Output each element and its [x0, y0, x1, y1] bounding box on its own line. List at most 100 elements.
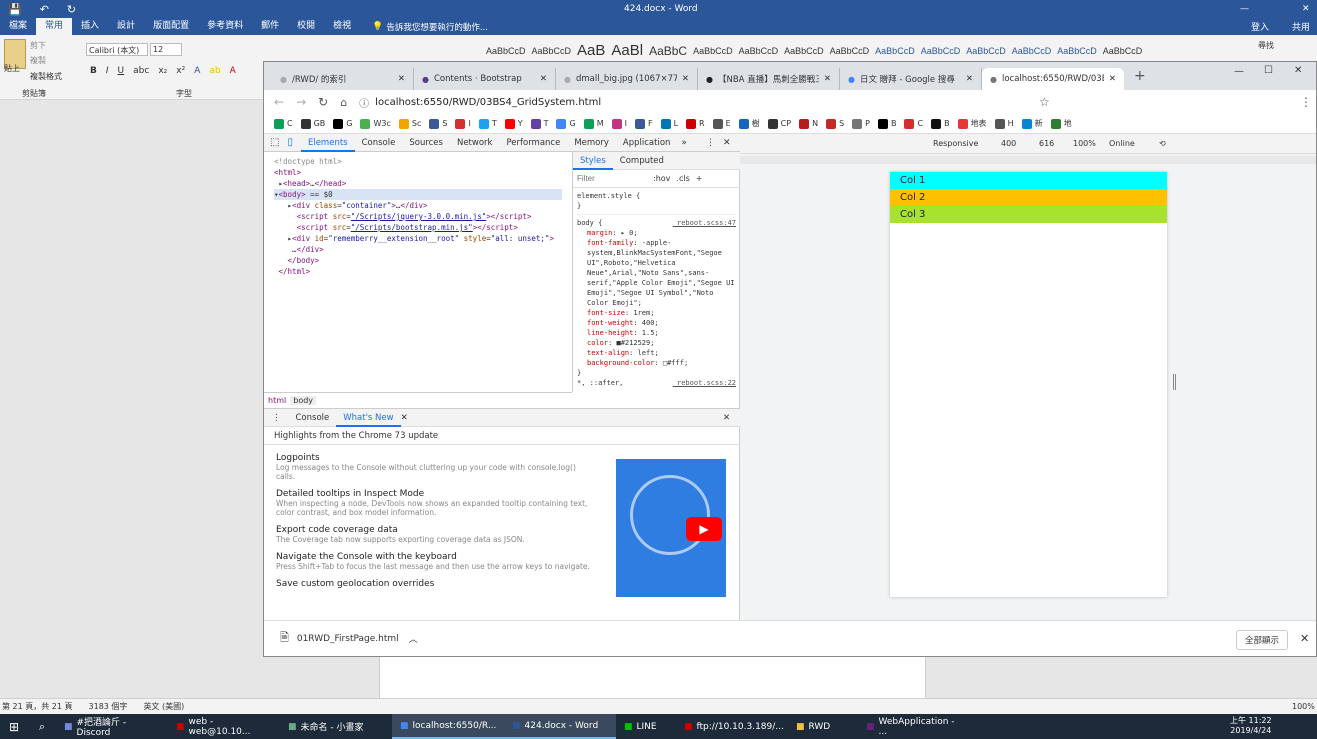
clock[interactable]: 上午 11:22 2019/4/24 — [1230, 716, 1272, 736]
page-count[interactable]: 第 21 頁，共 21 頁 — [2, 701, 73, 712]
bookmark-item[interactable]: 地表 — [957, 118, 987, 129]
browser-tab[interactable]: ● localhost:6550/RWD/03B... ✕ — [982, 68, 1124, 90]
ribbon-tab-6[interactable]: 郵件 — [252, 18, 288, 35]
devtools-tab-memory[interactable]: Memory — [567, 134, 616, 152]
forward-icon[interactable]: → — [296, 95, 306, 109]
news-item[interactable]: Logpoints Log messages to the Console wit… — [276, 453, 592, 481]
font-name-select[interactable]: Calibri (本文) — [86, 43, 148, 56]
text-effect-icon[interactable]: A — [194, 66, 200, 76]
bookmark-item[interactable]: T — [478, 118, 497, 129]
style-preview[interactable]: AaBbCcD — [739, 46, 779, 56]
style-preview[interactable]: AaBbCcD — [1057, 46, 1097, 56]
rotate-icon[interactable]: ⟲ — [1159, 139, 1166, 148]
save-icon[interactable]: 💾 — [8, 3, 22, 16]
reload-icon[interactable]: ↻ — [318, 95, 328, 109]
tab-close-icon[interactable]: ✕ — [1109, 74, 1116, 84]
italic-icon[interactable]: I — [106, 66, 109, 76]
superscript-icon[interactable]: x² — [176, 66, 185, 76]
bookmark-item[interactable]: L — [660, 118, 678, 129]
back-icon[interactable]: ← — [274, 95, 284, 109]
resize-handle[interactable] — [1173, 374, 1176, 390]
devtools-tab-performance[interactable]: Performance — [499, 134, 567, 152]
bookmark-item[interactable]: S — [429, 118, 447, 129]
devtools-tab-sources[interactable]: Sources — [402, 134, 450, 152]
styles-filter-input[interactable] — [577, 174, 647, 183]
ribbon-tab-4[interactable]: 版面配置 — [144, 18, 198, 35]
hov-button[interactable]: :hov — [653, 174, 670, 183]
crumb-body[interactable]: body — [290, 395, 317, 405]
ribbon-tab-1[interactable]: 常用 — [36, 18, 73, 35]
style-preview[interactable]: AaBbCcD — [966, 46, 1006, 56]
bookmark-item[interactable]: N — [799, 118, 818, 129]
devtools-tab-application[interactable]: Application — [616, 134, 678, 152]
browser-tab[interactable]: ● 【NBA 直播】馬刺全勝戰三... ✕ — [698, 68, 840, 90]
more-tabs-icon[interactable]: » — [681, 138, 687, 148]
menu-icon[interactable]: ⋮ — [1300, 95, 1312, 109]
element-style-rule[interactable]: element.style { — [577, 191, 736, 201]
bookmark-item[interactable]: W3c — [360, 118, 391, 129]
font-size-select[interactable]: 12 — [150, 43, 182, 56]
media-query-bar[interactable] — [740, 156, 1316, 164]
network-select[interactable]: Online — [1109, 139, 1135, 148]
devtools-close-icon[interactable]: ✕ — [723, 138, 731, 148]
redo-icon[interactable]: ↻ — [67, 3, 76, 16]
bookmark-item[interactable]: P — [852, 118, 870, 129]
bookmark-item[interactable]: T — [530, 118, 548, 129]
taskbar-item[interactable]: ■ 未命名 - 小畫家 — [280, 714, 392, 739]
close-icon[interactable]: ✕ — [1302, 4, 1310, 14]
drawer-tab-whats-new[interactable]: What's New — [336, 409, 401, 427]
window-close-icon[interactable]: ✕ — [1294, 65, 1302, 76]
style-preview[interactable]: AaBbCcD — [784, 46, 824, 56]
bookmark-item[interactable]: 樹 — [738, 118, 760, 129]
news-item[interactable]: Detailed tooltips in Inspect Mode When in… — [276, 489, 592, 517]
style-preview[interactable]: AaBbCcD — [486, 46, 526, 56]
ribbon-tab-7[interactable]: 校閱 — [288, 18, 324, 35]
bookmark-item[interactable]: I — [611, 118, 627, 129]
drawer-tab-console[interactable]: Console — [289, 409, 337, 427]
font-color-icon[interactable]: A — [230, 66, 236, 76]
taskbar-item[interactable]: ■ 424.docx - Word — [504, 714, 616, 739]
ribbon-tab-5[interactable]: 參考資料 — [198, 18, 252, 35]
tab-close-icon[interactable]: ✕ — [824, 74, 831, 84]
bookmark-star-icon[interactable]: ☆ — [1039, 95, 1050, 109]
undo-icon[interactable]: ↶ — [40, 3, 49, 16]
bookmark-item[interactable]: C — [904, 118, 923, 129]
taskbar-item[interactable]: ■ LINE — [616, 714, 676, 739]
show-all-button[interactable]: 全部顯示 — [1236, 630, 1289, 650]
bookmark-item[interactable]: G — [556, 118, 576, 129]
browser-tab[interactable]: ● Contents · Bootstrap ✕ — [414, 68, 556, 90]
bookmark-item[interactable]: E — [712, 118, 731, 129]
tab-close-icon[interactable]: ✕ — [398, 74, 405, 84]
chevron-up-icon[interactable]: ︿ — [409, 632, 418, 645]
format-painter-button[interactable]: 複製格式 — [30, 71, 62, 82]
tab-styles[interactable]: Styles — [573, 152, 613, 170]
news-item[interactable]: Navigate the Console with the keyboard Pr… — [276, 552, 592, 571]
play-icon[interactable]: ▶ — [686, 517, 722, 541]
bookmark-item[interactable]: S — [826, 118, 844, 129]
bookmark-item[interactable]: C — [274, 118, 293, 129]
bold-icon[interactable]: B — [90, 66, 97, 76]
devtools-tab-network[interactable]: Network — [450, 134, 500, 152]
bookmark-item[interactable]: 新 — [1021, 118, 1043, 129]
highlight-icon[interactable]: ab — [209, 66, 220, 76]
subscript-icon[interactable]: x₂ — [158, 66, 167, 76]
paste-label[interactable]: 貼上 — [4, 63, 20, 74]
bookmark-item[interactable]: CP — [767, 118, 791, 129]
style-preview[interactable]: AaBbC — [649, 44, 687, 58]
body-selector[interactable]: body { — [577, 219, 602, 227]
style-preview[interactable]: AaBbCcD — [1103, 46, 1143, 56]
language[interactable]: 英文 (美國) — [143, 701, 184, 712]
news-item[interactable]: Export code coverage data The Coverage ta… — [276, 525, 592, 544]
style-preview[interactable]: AaBbCcD — [532, 46, 572, 56]
find-button[interactable]: 尋找 — [1258, 40, 1274, 51]
bookmark-item[interactable]: G — [333, 118, 352, 129]
signin-link[interactable]: 登入 — [1251, 20, 1269, 33]
style-preview[interactable]: AaBbCcD — [921, 46, 961, 56]
bookmark-item[interactable]: B — [931, 118, 950, 129]
taskbar-item[interactable]: ■ #把酒論斤 - Discord — [56, 714, 168, 739]
taskbar-item[interactable]: ■ RWD — [788, 714, 858, 739]
browser-tab[interactable]: ● /RWD/ 的索引 ✕ — [272, 68, 414, 90]
bookmark-item[interactable]: I — [455, 118, 471, 129]
news-item[interactable]: Save custom geolocation overrides — [276, 579, 592, 589]
bookmark-item[interactable]: R — [686, 118, 705, 129]
